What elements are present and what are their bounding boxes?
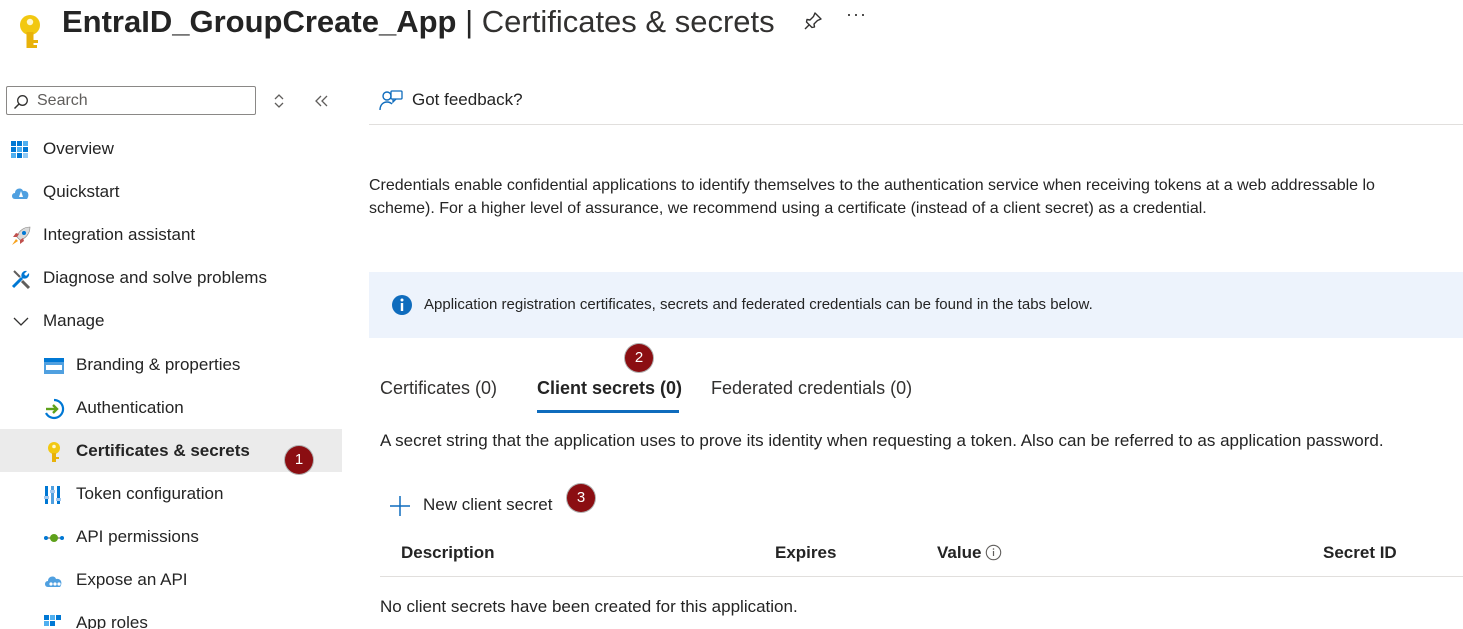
sidebar-item-label: Expose an API	[76, 570, 188, 589]
sidebar-item-authentication[interactable]: Authentication	[0, 388, 342, 428]
info-banner: Application registration certificates, s…	[369, 272, 1463, 338]
wrench-icon	[11, 270, 31, 290]
active-tab-indicator	[537, 410, 679, 413]
new-client-secret-label: New client secret	[423, 495, 553, 514]
step-badge-3: 3	[567, 484, 595, 512]
sidebar-item-token-configuration[interactable]: Token configuration	[0, 474, 342, 514]
plus-icon	[390, 496, 410, 516]
quickstart-cloud-icon	[12, 188, 29, 199]
sidebar-search[interactable]	[6, 86, 256, 115]
sidebar-item-api-permissions[interactable]: API permissions	[0, 517, 342, 557]
sidebar-item-overview[interactable]: Overview	[0, 129, 342, 169]
table-header-divider	[380, 576, 1463, 577]
sidebar-item-label: Diagnose and solve problems	[43, 268, 267, 287]
sidebar-item-label: Overview	[43, 139, 114, 158]
description-line-2: scheme). For a higher level of assurance…	[369, 200, 1207, 217]
more-icon[interactable]: ···	[846, 4, 867, 25]
info-text: Application registration certificates, s…	[424, 296, 1093, 313]
tab-certificates[interactable]: Certificates (0)	[380, 378, 497, 399]
key-icon	[48, 442, 60, 462]
sidebar-item-label: API permissions	[76, 527, 199, 546]
rocket-icon	[12, 226, 31, 245]
token-bars-icon	[44, 486, 61, 504]
page-title: EntraID_GroupCreate_App | Certificates &…	[62, 2, 775, 42]
overview-grid-icon	[11, 141, 28, 158]
sidebar-item-integration-assistant[interactable]: Integration assistant	[0, 215, 342, 255]
app-name: EntraID_GroupCreate_App	[62, 4, 457, 39]
tab-federated-credentials[interactable]: Federated credentials (0)	[711, 378, 912, 399]
feedback-icon	[379, 90, 403, 111]
sidebar-item-label: Token configuration	[76, 484, 224, 503]
cloud-api-icon	[45, 576, 62, 587]
sidebar-item-label: Certificates & secrets	[76, 441, 250, 460]
sidebar-item-app-roles[interactable]: App roles	[0, 603, 342, 629]
sidebar-item-expose-api[interactable]: Expose an API	[0, 560, 342, 600]
toolbar-divider	[369, 124, 1463, 125]
sort-icon[interactable]	[271, 92, 287, 110]
sidebar-item-diagnose[interactable]: Diagnose and solve problems	[0, 258, 342, 298]
sidebar-item-label: Quickstart	[43, 182, 120, 201]
app-roles-icon	[44, 615, 61, 626]
sidebar-item-label: App roles	[76, 613, 148, 629]
sidebar-item-branding[interactable]: Branding & properties	[0, 345, 342, 385]
sidebar-item-label: Authentication	[76, 398, 184, 417]
empty-table-message: No client secrets have been created for …	[380, 597, 798, 616]
tab-client-secrets[interactable]: Client secrets (0)	[537, 378, 682, 399]
branding-www-icon	[44, 358, 64, 374]
authentication-icon	[45, 398, 65, 420]
api-permissions-icon	[44, 534, 64, 542]
step-badge-2: 2	[625, 344, 653, 372]
sidebar-item-label: Branding & properties	[76, 355, 241, 374]
sidebar-item-quickstart[interactable]: Quickstart	[0, 172, 342, 212]
chevron-down-icon	[13, 317, 29, 326]
column-header-value[interactable]: Value	[937, 543, 981, 563]
sidebar-group-manage[interactable]: Manage	[0, 301, 342, 341]
column-header-description[interactable]: Description	[401, 543, 495, 563]
step-badge-1: 1	[285, 446, 313, 474]
description-line-1: Credentials enable confidential applicat…	[369, 177, 1375, 194]
pin-icon[interactable]	[802, 10, 824, 32]
collapse-sidebar-icon[interactable]	[312, 92, 330, 110]
search-icon	[13, 95, 28, 110]
page-name: Certificates & secrets	[481, 4, 775, 39]
client-secret-description: A secret string that the application use…	[380, 431, 1384, 450]
column-header-expires[interactable]: Expires	[775, 543, 836, 563]
column-header-secret-id[interactable]: Secret ID	[1323, 543, 1397, 563]
key-icon	[20, 15, 40, 48]
info-icon	[392, 295, 412, 315]
sidebar-item-label: Manage	[43, 311, 105, 330]
feedback-label: Got feedback?	[412, 90, 523, 109]
title-separator: |	[456, 4, 482, 39]
info-circle-icon[interactable]	[985, 544, 1002, 561]
credentials-description: Credentials enable confidential applicat…	[369, 174, 1463, 220]
sidebar-item-label: Integration assistant	[43, 225, 196, 244]
search-input[interactable]	[37, 90, 247, 112]
